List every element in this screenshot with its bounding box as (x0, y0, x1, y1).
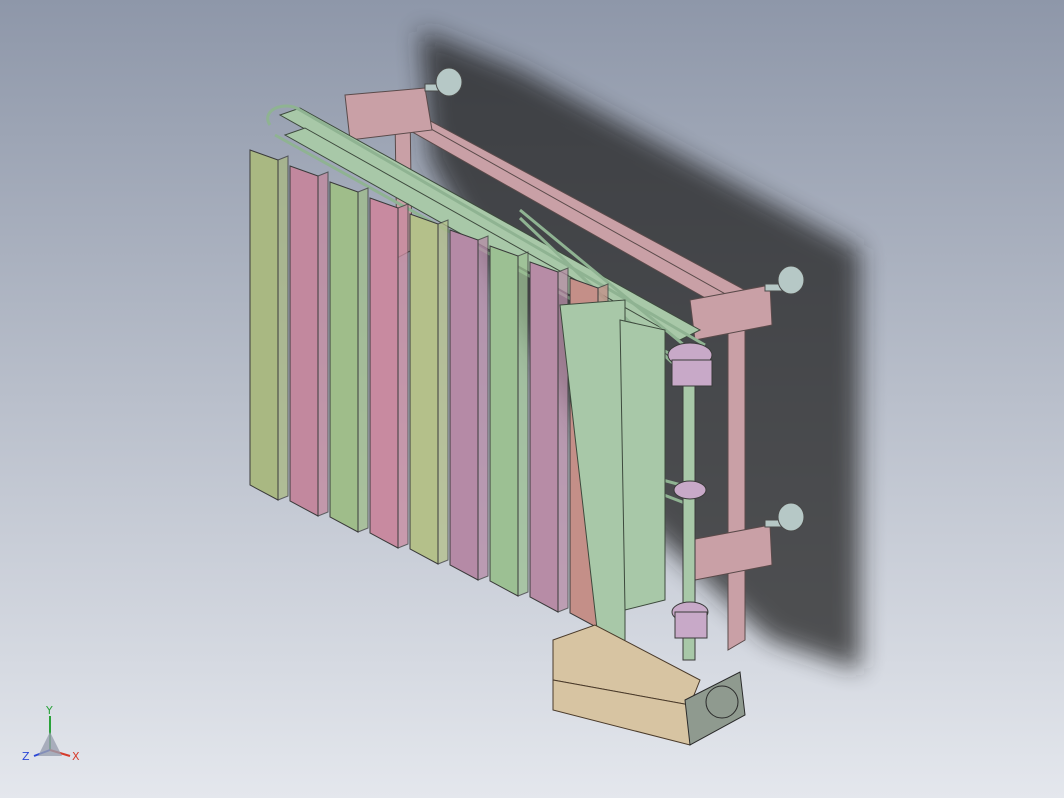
pallet-slat (409, 213, 439, 565)
y-axis-label: Y (45, 704, 53, 717)
pallet-slat (249, 149, 279, 501)
pulley-middle (673, 480, 707, 500)
pallet-slat (369, 197, 399, 549)
pallet-slat-side (477, 235, 489, 581)
pulley-top (667, 342, 713, 387)
pallet-slat-side (397, 203, 409, 549)
pulley-bottom (671, 601, 709, 639)
x-axis-label: X (72, 750, 80, 763)
pallet-slat (449, 229, 479, 581)
pallet-slat-side (357, 187, 369, 533)
pallet-slat-side (277, 155, 289, 501)
cad-viewport[interactable]: Y Z X (0, 0, 1064, 798)
pallet-slat (289, 165, 319, 517)
pallet-slat (529, 261, 559, 613)
pallet-slat (489, 245, 519, 597)
pallet-slat-side (317, 171, 329, 517)
z-axis-label: Z (22, 750, 30, 763)
pallet-slat-side (437, 219, 449, 565)
pallet-slat (329, 181, 359, 533)
pallet-slat-side (517, 251, 529, 597)
